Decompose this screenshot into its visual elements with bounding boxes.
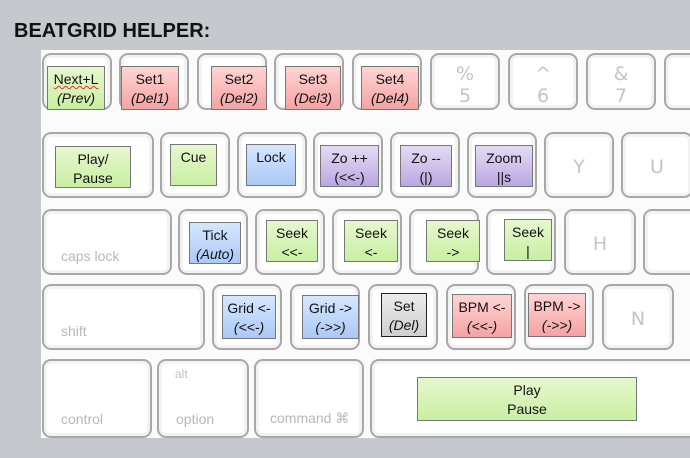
label-line-2: ->: [446, 244, 460, 260]
key-alt-label: alt: [175, 367, 188, 381]
key-glyph-top: ^: [535, 63, 551, 85]
key-glyph-bottom: 7: [614, 85, 628, 107]
key-shift-label: shift: [61, 323, 87, 339]
label-line-2: (<<-): [233, 319, 265, 335]
label-line-1: Play: [513, 382, 541, 398]
label-set1: Set1 (Del1): [121, 66, 179, 110]
label-next-prev: Next+L (Prev): [47, 66, 105, 110]
label-line-2: (->>): [541, 317, 573, 333]
label-line-1: BPM ->: [533, 298, 581, 314]
key-caps-lock-label: caps lock: [61, 248, 120, 264]
key-glyph-top: &: [613, 63, 629, 85]
label-line-2: (<<-): [334, 169, 365, 185]
label-set2: Set2 (Del2): [211, 66, 267, 110]
key-command-label: command ⌘: [270, 410, 350, 426]
label-grid-right: Grid -> (->>): [302, 295, 359, 339]
label-line-1: Zo ++: [331, 150, 368, 166]
label-line-2: (Auto): [195, 246, 235, 262]
keyboard-diagram: % 5 ^ 6 & 7 Next+L (Prev) Set1 (Del1) Se…: [41, 50, 690, 438]
label-line-1: Seek: [512, 224, 544, 240]
label-line-2: (<<-): [466, 318, 498, 334]
label-zoom-out: Zo -- (|): [400, 145, 452, 187]
label-seek-back-fast: Seek <<-: [266, 220, 318, 262]
label-line-2: Pause: [73, 170, 113, 186]
label-line-2: |: [526, 243, 530, 259]
label-line-1: Play/: [77, 151, 109, 167]
label-line-2: <<-: [281, 244, 303, 260]
label-play-pause: Play/ Pause: [55, 146, 131, 188]
key-glyph-bottom: 5: [458, 85, 472, 107]
key-caps-lock: caps lock: [42, 209, 172, 275]
key-glyph: N: [630, 308, 646, 330]
label-line-1: Next+L: [53, 71, 99, 87]
key-glyph: Y: [573, 156, 585, 178]
label-line-1: Grid ->: [308, 300, 353, 316]
key-ampersand-7: & 7: [586, 53, 656, 110]
label-line-2: <-: [364, 244, 378, 260]
label-grid-left: Grid <- (<<-): [222, 295, 276, 339]
label-line-2: (->>): [315, 319, 346, 335]
label-line-1: Grid <-: [227, 300, 271, 316]
label-cue: Cue: [170, 144, 217, 186]
label-set3: Set3 (Del3): [285, 66, 341, 110]
label-line-1: BPM <-: [458, 299, 506, 315]
page-title: BEATGRID HELPER:: [14, 20, 211, 42]
key-command: command ⌘: [254, 359, 364, 438]
key-8-partial: [664, 53, 690, 110]
key-glyph: U: [650, 156, 664, 178]
key-n: N: [602, 284, 674, 350]
key-control: control: [42, 359, 152, 438]
label-line-1: Tick: [202, 227, 228, 243]
label-tick: Tick (Auto): [189, 222, 241, 264]
label-line-2: (Del1): [130, 90, 170, 106]
label-line-1: Seek: [437, 225, 469, 241]
label-line-1: Seek: [355, 225, 387, 241]
key-caret-6: ^ 6: [508, 53, 578, 110]
key-glyph: H: [592, 233, 608, 255]
label-line-1: Seek: [276, 225, 308, 241]
label-line-2: (Del2): [219, 90, 259, 106]
key-option: alt option: [157, 359, 249, 438]
label-line-1: Cue: [180, 149, 207, 165]
key-h: H: [564, 209, 636, 275]
label-set: Set (Del): [381, 293, 427, 337]
key-y: Y: [544, 132, 614, 198]
label-seek-position: Seek |: [504, 219, 552, 261]
label-lock: Lock: [246, 144, 296, 186]
label-line-1: Set4: [375, 71, 405, 87]
key-j-partial: [643, 209, 690, 275]
label-line-2: (Del): [388, 317, 420, 333]
key-glyph-bottom: 6: [536, 85, 550, 107]
label-line-2: (Del3): [293, 90, 333, 106]
label-line-1: Set2: [224, 71, 254, 87]
key-percent-5: % 5: [430, 53, 500, 110]
label-seek-forward: Seek ->: [426, 220, 480, 262]
label-line-1: Zoom: [486, 150, 522, 166]
label-bpm-right: BPM -> (->>): [528, 293, 586, 337]
key-control-label: control: [61, 411, 104, 427]
label-set4: Set4 (Del4): [361, 66, 419, 110]
label-seek-back: Seek <-: [344, 220, 398, 262]
key-shift: shift: [42, 284, 205, 350]
label-zoom-in: Zo ++ (<<-): [320, 145, 379, 187]
key-glyph-top: %: [455, 63, 475, 85]
label-line-2: ||s: [496, 169, 512, 185]
label-space-play-pause: Play Pause: [417, 377, 637, 421]
label-zoom: Zoom ||s: [475, 145, 533, 187]
label-line-1: Set3: [298, 71, 328, 87]
label-line-2: (Del4): [370, 90, 410, 106]
label-line-1: Lock: [256, 149, 286, 165]
label-line-2: Pause: [507, 401, 547, 417]
label-line-1: Zo --: [411, 150, 441, 166]
key-option-label: option: [176, 411, 215, 427]
label-bpm-left: BPM <- (<<-): [452, 294, 512, 338]
label-line-2: (Prev): [56, 90, 96, 106]
label-line-1: Set: [393, 298, 415, 314]
key-u: U: [621, 132, 690, 198]
label-line-2: (|): [419, 169, 433, 185]
label-line-1: Set1: [135, 71, 165, 87]
